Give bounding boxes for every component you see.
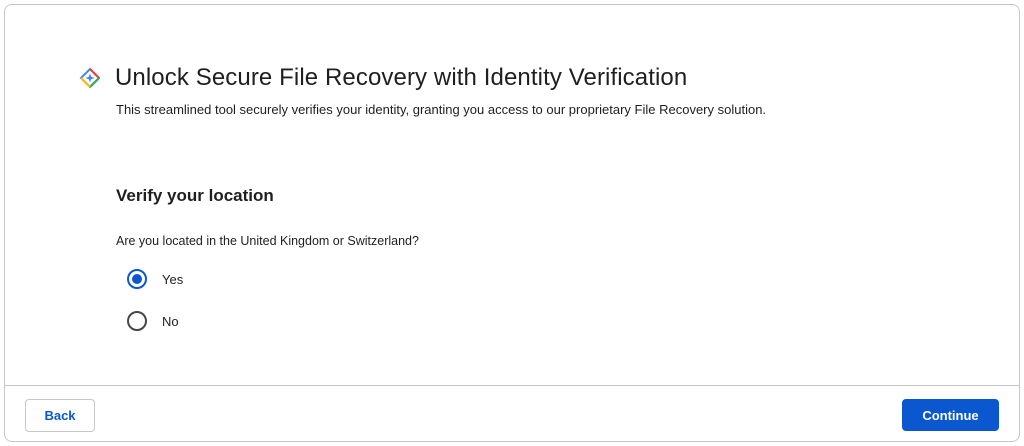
page-header: Unlock Secure File Recovery with Identit… bbox=[79, 62, 687, 94]
continue-button[interactable]: Continue bbox=[902, 399, 999, 431]
radio-button-no[interactable] bbox=[127, 311, 147, 331]
location-question: Are you located in the United Kingdom or… bbox=[116, 234, 419, 248]
footer-bar: Back Continue bbox=[5, 385, 1019, 441]
section-title: Verify your location bbox=[116, 186, 274, 205]
verification-card: Unlock Secure File Recovery with Identit… bbox=[4, 4, 1020, 442]
radio-option-yes[interactable]: Yes bbox=[127, 269, 183, 289]
radio-option-no[interactable]: No bbox=[127, 311, 179, 331]
sparkle-diamond-icon bbox=[79, 67, 101, 89]
radio-label-yes: Yes bbox=[162, 271, 184, 287]
back-button[interactable]: Back bbox=[25, 399, 95, 432]
radio-button-yes[interactable] bbox=[127, 269, 147, 289]
radio-label-no: No bbox=[162, 313, 179, 329]
page-description: This streamlined tool securely verifies … bbox=[116, 102, 767, 117]
page-title: Unlock Secure File Recovery with Identit… bbox=[115, 64, 688, 91]
